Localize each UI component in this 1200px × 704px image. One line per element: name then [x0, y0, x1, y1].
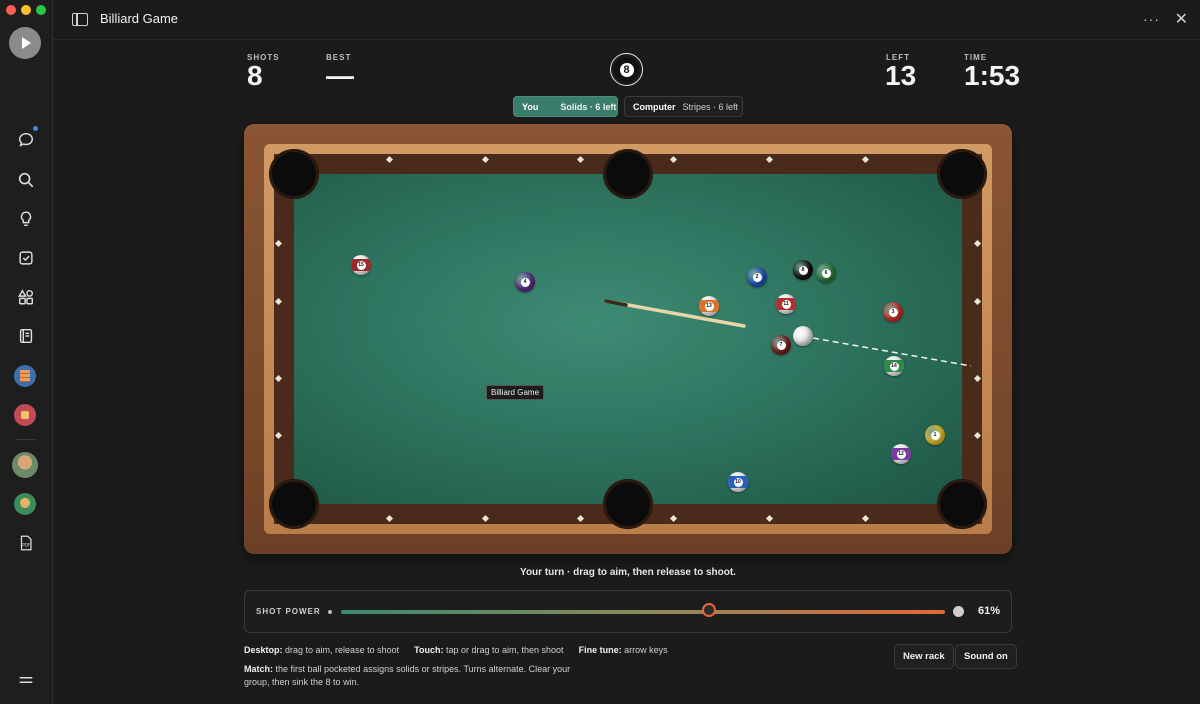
ball-number: 13	[704, 301, 714, 311]
search-icon[interactable]	[10, 164, 42, 196]
ball-10: 10	[728, 472, 748, 492]
close-window-button[interactable]	[6, 5, 16, 15]
minimize-window-button[interactable]	[21, 5, 31, 15]
svg-text:PDF: PDF	[22, 543, 31, 548]
help-desktop-text: drag to aim, release to shoot	[285, 645, 400, 655]
ball-7: 7	[771, 335, 791, 355]
shot-power-slider[interactable]	[341, 610, 945, 614]
apps-icon[interactable]	[10, 281, 42, 313]
time-value: 1:53	[964, 60, 1021, 91]
notebook-icon[interactable]	[10, 320, 42, 352]
player-computer-name: Computer	[633, 101, 676, 112]
help-touch-text: tap or drag to aim, then shoot	[445, 645, 564, 655]
tooltip: Billiard Game	[486, 385, 545, 400]
ball-number: 15	[356, 260, 366, 270]
ball-14: 14	[884, 356, 904, 376]
shot-power-value: 61%	[977, 605, 1000, 617]
avatar[interactable]	[14, 493, 36, 515]
avatar[interactable]	[12, 452, 38, 478]
ball-6: 6	[816, 263, 836, 283]
new-rack-button[interactable]: New rack	[894, 644, 954, 669]
shot-power-panel: SHOT POWER 61%	[244, 590, 1012, 633]
ball-15: 15	[351, 255, 371, 275]
player-computer-group: Stripes · 6 left	[682, 101, 739, 112]
pocket-bottom-left	[269, 479, 319, 529]
ball-2: 2	[747, 267, 767, 287]
sidebar-toggle-icon[interactable]	[72, 13, 88, 26]
ball-number: 7	[776, 340, 786, 350]
left-value: 13	[885, 60, 917, 91]
help-line-1: Desktop: drag to aim, release to shoot T…	[244, 645, 668, 655]
app-red-icon[interactable]	[14, 404, 36, 426]
help-finetune-text: arrow keys	[624, 645, 668, 655]
ball-number: 12	[896, 449, 906, 459]
table-felt[interactable]	[294, 174, 962, 504]
pocket-top-left	[269, 149, 319, 199]
ball-number: 3	[888, 307, 898, 317]
ball-12: 12	[891, 444, 911, 464]
app-stack-icon[interactable]	[14, 365, 36, 387]
ball-number: 6	[821, 268, 831, 278]
ball-number: 1	[930, 430, 940, 440]
player-you-pill: You Solids · 6 left	[513, 96, 618, 117]
help-touch-label: Touch:	[414, 645, 444, 655]
lightbulb-icon[interactable]	[10, 203, 42, 235]
ball-4: 4	[515, 272, 535, 292]
checkbox-icon[interactable]	[10, 242, 42, 274]
help-match-label: Match:	[244, 664, 273, 674]
ball-8: 8	[793, 260, 813, 280]
pdf-icon[interactable]: PDF	[10, 527, 42, 559]
ball-number: 14	[889, 361, 899, 371]
shots-value: 8	[247, 60, 263, 91]
help-match: Match: the first ball pocketed assigns s…	[244, 663, 589, 689]
eight-ball-badge: 8	[610, 53, 643, 86]
ball-3: 3	[883, 302, 903, 322]
player-you-name: You	[522, 101, 539, 112]
help-match-text: the first ball pocketed assigns solids o…	[244, 664, 571, 687]
sidebar-divider	[15, 439, 35, 440]
close-icon[interactable]: ✕	[1175, 9, 1188, 29]
ball-13: 13	[699, 296, 719, 316]
chat-icon[interactable]	[10, 124, 42, 156]
sidebar: PDF	[0, 0, 53, 704]
notification-dot	[33, 126, 38, 131]
pocket-bottom-right	[937, 479, 987, 529]
ball-number: 11	[781, 299, 791, 309]
pocket-bottom-middle	[603, 479, 653, 529]
maximize-window-button[interactable]	[36, 5, 46, 15]
ball-11: 11	[776, 294, 796, 314]
pool-table[interactable]: 15 4 13 2 8 6 11 3 7 14 1 12 10	[244, 124, 1012, 554]
title-bar: Billiard Game ··· ✕	[53, 0, 1200, 40]
best-value: —	[326, 60, 354, 91]
shot-power-handle[interactable]	[702, 603, 717, 617]
turn-status: Your turn · drag to aim, then release to…	[520, 567, 736, 578]
ball-number: 4	[520, 277, 530, 287]
cue-ball[interactable]	[793, 326, 813, 346]
sound-toggle-button[interactable]: Sound on	[955, 644, 1017, 669]
eight-ball-number: 8	[619, 62, 634, 77]
help-finetune-label: Fine tune:	[578, 645, 622, 655]
ball-number: 10	[733, 477, 743, 487]
shot-power-label: SHOT POWER	[256, 607, 321, 616]
power-min-dot	[328, 610, 332, 614]
pocket-top-middle	[603, 149, 653, 199]
power-max-dot	[953, 606, 964, 617]
more-options-icon[interactable]: ···	[1143, 11, 1160, 27]
window-title: Billiard Game	[100, 11, 179, 26]
ball-number: 2	[752, 272, 762, 282]
player-computer-pill: Computer Stripes · 6 left	[624, 96, 743, 117]
help-desktop-label: Desktop:	[244, 645, 283, 655]
play-icon[interactable]	[9, 27, 41, 59]
ball-number: 8	[798, 265, 808, 275]
menu-icon[interactable]	[10, 664, 42, 696]
ball-1: 1	[925, 425, 945, 445]
player-you-group: Solids · 6 left	[560, 101, 617, 112]
pocket-top-right	[937, 149, 987, 199]
